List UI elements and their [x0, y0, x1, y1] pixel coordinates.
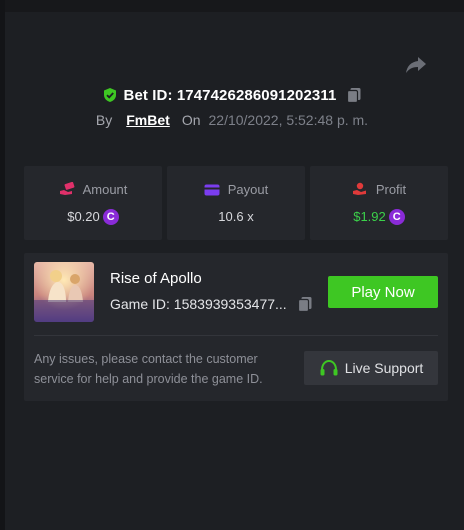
card-icon [204, 183, 220, 197]
live-support-label: Live Support [344, 360, 424, 376]
game-card: Rise of Apollo Game ID: 1583939353477...… [24, 253, 448, 401]
stat-profit: Profit $1.92 C [310, 166, 448, 240]
game-thumbnail[interactable] [34, 262, 94, 322]
stat-payout: Payout 10.6 x [167, 166, 305, 240]
bet-id: Bet ID: 1747426286091202311 [123, 86, 337, 104]
amount-value: $0.20 [67, 209, 100, 224]
play-now-button[interactable]: Play Now [328, 276, 438, 308]
profit-value: $1.92 [353, 209, 386, 224]
amount-label: Amount [82, 181, 128, 197]
bet-datetime: 22/10/2022, 5:52:48 p. m. [208, 112, 369, 128]
payout-label: Payout [227, 182, 269, 197]
profit-hand-icon [352, 182, 368, 196]
by-label: By [95, 112, 113, 128]
payout-value: 10.6 x [218, 209, 254, 224]
stat-amount: Amount $0.20 C [24, 166, 162, 240]
coin-icon: C [102, 208, 119, 225]
copy-icon[interactable] [297, 296, 313, 313]
username-link[interactable]: FmBet [126, 112, 170, 128]
headset-icon [319, 359, 339, 377]
divider [34, 335, 438, 336]
profit-label: Profit [375, 181, 407, 197]
bet-id-row: Bet ID: 1747426286091202311 [0, 84, 464, 106]
support-message: Any issues, please contact the customer … [34, 352, 263, 386]
share-icon[interactable] [404, 54, 428, 76]
copy-icon[interactable] [346, 87, 362, 104]
top-bar [0, 0, 464, 12]
live-support-button[interactable]: Live Support [304, 351, 438, 385]
money-hand-icon [59, 181, 75, 196]
game-id: Game ID: 1583939353477... [110, 296, 287, 312]
on-label: On [181, 112, 201, 128]
bet-stats: Amount $0.20 C Payout 10.6 x Profit $1.9… [24, 166, 448, 240]
verified-shield-icon [102, 87, 118, 103]
game-id-row: Game ID: 1583939353477... [110, 296, 313, 313]
game-title: Rise of Apollo [110, 270, 202, 287]
coin-icon: C [388, 208, 405, 225]
bet-author-row: By FmBet On 22/10/2022, 5:52:48 p. m. [0, 110, 464, 130]
